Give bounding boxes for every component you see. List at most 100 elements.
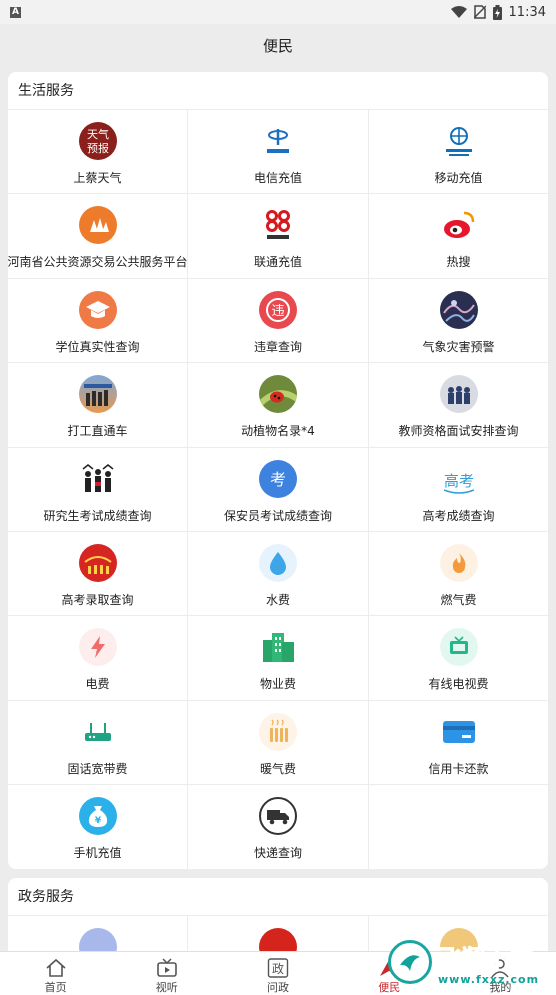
service-admission[interactable]: 高考录取查询 [8,531,188,617]
water-drop-icon [259,543,297,582]
gaokao-icon: 高考 [439,459,478,498]
china-unicom-icon [259,206,297,245]
service-label: 联通充值 [253,255,302,270]
weibo-icon [439,206,478,245]
service-label: 快递查询 [253,846,302,861]
service-label: 燃气费 [440,592,477,607]
traffic-violation-icon: 违 [259,290,297,329]
heating-icon [259,712,297,751]
home-icon [45,957,67,979]
service-label: 学位真实性查询 [55,339,140,354]
status-bar: A 11:34 [0,0,556,24]
gov-services-title: 政务服务 [8,878,548,916]
svg-text:预报: 预报 [87,141,109,155]
tab-home[interactable]: 首页 [0,952,111,995]
service-mobile[interactable]: 移动充值 [369,110,548,195]
status-time: 11:34 [508,4,546,20]
weather-warning-icon [439,290,478,329]
lightning-icon [78,628,117,667]
service-label: 电信充值 [253,171,302,185]
service-credit-card[interactable]: 信用卡还款 [369,701,548,786]
service-postgrad-score[interactable]: 研究生考试成绩查询 [8,447,188,532]
workers-photo-icon [78,375,117,414]
gas-flame-icon [439,543,478,582]
ladybug-photo-icon [259,375,297,414]
service-weather-warning[interactable]: 气象灾害预警 [369,279,548,364]
service-public-resource[interactable]: 河南省公共资源交易公共服务平台 [8,194,188,279]
service-telecom[interactable]: 电信充值 [188,110,369,195]
graduates-icon [78,459,117,498]
delivery-truck-icon [259,797,297,836]
service-teacher-interview[interactable]: 教师资格面试安排查询 [369,363,548,448]
empty-cell [369,785,548,869]
tab-label: 视听 [155,981,178,994]
svg-text:高考: 高考 [443,472,473,490]
service-label: 手机充值 [73,846,122,861]
battery-icon [492,4,502,20]
admission-icon [78,543,117,582]
service-label: 教师资格面试安排查询 [398,424,519,439]
tv-icon [439,628,478,667]
exam-icon: 考 [259,459,297,498]
watermark-logo-icon [388,940,432,984]
svg-text:¥: ¥ [94,816,101,826]
life-services-title: 生活服务 [8,72,548,110]
service-gaokao-score[interactable]: 高考 高考成绩查询 [369,448,548,532]
service-electricity-fee[interactable]: 电费 [8,616,188,701]
svg-text:政: 政 [272,962,284,976]
svg-text:考: 考 [270,470,286,489]
service-label: 热搜 [446,255,471,270]
money-bag-icon: ¥ [78,797,117,836]
service-security-exam[interactable]: 考 保安员考试成绩查询 [188,447,369,532]
service-label: 固话宽带费 [67,761,128,776]
tab-media[interactable]: 视听 [111,952,222,995]
no-sim-icon [473,5,486,19]
service-label: 气象灾害预警 [422,339,495,354]
service-label: 高考录取查询 [61,592,134,607]
service-label: 电费 [85,677,110,692]
status-notification-badge: A [10,6,21,18]
service-gas-fee[interactable]: 燃气费 [369,532,548,617]
service-express-query[interactable]: 快递查询 [188,785,369,869]
service-label: 信用卡还款 [428,761,489,776]
service-label: 有线电视费 [428,677,489,692]
wifi-icon [450,5,467,18]
service-phone-topup[interactable]: ¥ 手机充值 [8,785,188,869]
service-label: 研究生考试成绩查询 [43,508,152,523]
svg-text:违: 违 [271,304,284,319]
service-degree-check[interactable]: 学位真实性查询 [8,278,188,364]
service-label: 移动充值 [434,171,483,185]
router-icon [78,712,117,751]
china-telecom-icon [259,122,297,160]
page-title: 便民 [262,37,293,55]
service-label: 动植物名录*4 [241,424,315,439]
tab-label: 问政 [267,981,289,994]
watermark-url: www.fxxz.com [438,972,540,986]
service-broadband-fee[interactable]: 固话宽带费 [8,700,188,786]
service-work-express[interactable]: 打工直通车 [8,363,188,448]
service-label: 高考成绩查询 [422,508,495,523]
service-label: 物业费 [259,677,296,692]
life-services-card: 生活服务 天气 预报 上蔡天气 电信充值 移动充值 河南省公共资源交易公共服务平… [8,72,548,869]
tab-inquiry[interactable]: 政 问政 [222,952,333,995]
service-label: 河南省公共资源交易公共服务平台 [8,255,188,270]
service-label: 违章查询 [253,339,302,354]
svg-text:天气: 天气 [87,127,109,141]
service-hot-search[interactable]: 热搜 [369,194,548,279]
public-resource-icon [78,206,117,245]
zheng-icon: 政 [267,957,289,979]
service-heating-fee[interactable]: 暖气费 [188,700,369,786]
service-label: 打工直通车 [67,424,128,439]
service-traffic-violation[interactable]: 违 违章查询 [188,278,369,364]
service-unicom[interactable]: 联通充值 [188,194,369,279]
service-flora-fauna[interactable]: 动植物名录*4 [188,363,369,448]
service-property-fee[interactable]: 物业费 [188,616,369,701]
service-cable-tv-fee[interactable]: 有线电视费 [369,616,548,701]
service-water-fee[interactable]: 水费 [188,531,369,617]
weather-forecast-icon: 天气 预报 [78,122,117,160]
service-label: 水费 [265,592,290,607]
buildings-icon [259,628,297,667]
service-weather[interactable]: 天气 预报 上蔡天气 [8,110,188,195]
tab-label: 首页 [44,981,67,994]
teachers-photo-icon [439,375,478,414]
